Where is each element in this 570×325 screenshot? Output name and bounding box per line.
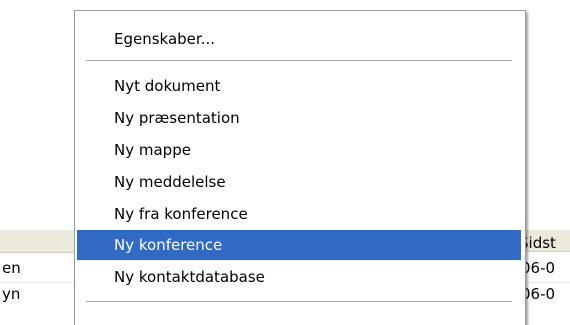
menu-item-new-presentation[interactable]: Ny præsentation (77, 103, 521, 133)
context-menu: Egenskaber... Nyt dokument Ny præsentati… (74, 10, 526, 325)
list-cell-date[interactable]: 06-0 (521, 259, 555, 277)
screen: Sidst en 06-0 yn 06-0 Egenskaber... Nyt … (0, 0, 570, 325)
menu-separator (86, 60, 512, 61)
menu-separator (86, 301, 512, 302)
menu-item-new-message[interactable]: Ny meddelelse (77, 167, 521, 197)
menu-item-new-document[interactable]: Nyt dokument (77, 71, 521, 101)
list-cell-name[interactable]: en (2, 259, 21, 277)
menu-item-new-contact-database[interactable]: Ny kontaktdatabase (77, 262, 521, 292)
menu-item-new-folder[interactable]: Ny mappe (77, 135, 521, 165)
menu-item-new-conference[interactable]: Ny konference (77, 230, 521, 260)
list-cell-name[interactable]: yn (2, 285, 20, 303)
menu-item-new-from-conference[interactable]: Ny fra konference (77, 199, 521, 229)
menu-item-properties[interactable]: Egenskaber... (77, 24, 521, 54)
list-cell-date[interactable]: 06-0 (521, 285, 555, 303)
